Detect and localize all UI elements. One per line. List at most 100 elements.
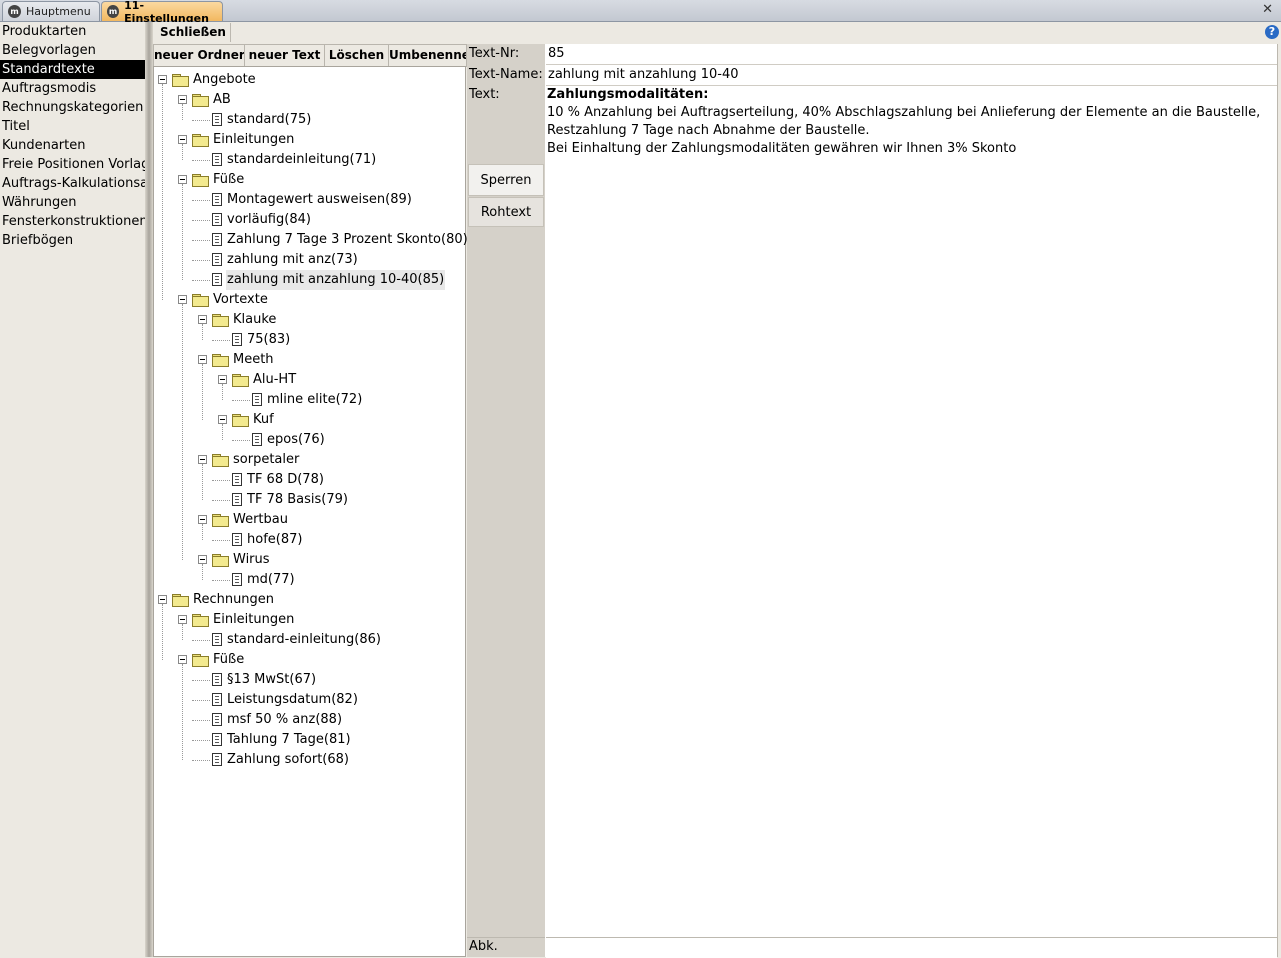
tree-toolbar: neuer Ordner neuer Text Löschen Umbenenn… <box>153 44 467 67</box>
tree-connector <box>212 580 230 581</box>
nav-item-9[interactable]: Währungen <box>0 193 145 212</box>
tree-item-label: Zahlung sofort(68) <box>227 752 349 767</box>
folder-icon <box>192 134 209 147</box>
tree-item-label: Klauke <box>233 312 277 327</box>
document-icon <box>232 473 242 486</box>
document-icon <box>212 193 222 206</box>
collapse-toggle-icon[interactable] <box>218 415 227 424</box>
abk-field[interactable] <box>546 937 1277 958</box>
collapse-toggle-icon[interactable] <box>178 175 187 184</box>
tree-connector <box>202 324 203 340</box>
nav-item-11[interactable]: Briefbögen <box>0 231 145 250</box>
tree-item-label: msf 50 % anz(88) <box>227 712 343 727</box>
nav-item-6[interactable]: Kundenarten <box>0 136 145 155</box>
text-tree: Angebote AB standard(75) Einleitungen standa… <box>153 66 468 957</box>
header-bar: Schließen ? <box>153 22 1281 45</box>
app-logo-icon: m <box>8 5 21 18</box>
tree-item-label: standardeinleitung(71) <box>227 152 377 167</box>
delete-button[interactable]: Löschen <box>325 44 389 67</box>
nav-item-1[interactable]: Belegvorlagen <box>0 41 145 60</box>
folder-icon <box>212 354 229 367</box>
collapse-toggle-icon[interactable] <box>178 95 187 104</box>
document-icon <box>232 533 242 546</box>
text-nr-field[interactable]: 85 <box>546 44 1277 65</box>
nav-item-2[interactable]: Standardtexte <box>0 60 145 79</box>
collapse-toggle-icon[interactable] <box>198 455 207 464</box>
folder-icon <box>212 314 229 327</box>
abk-label: Abk. <box>467 937 545 957</box>
nav-item-0[interactable]: Produktarten <box>0 22 145 41</box>
lock-button[interactable]: Sperren <box>468 164 544 196</box>
folder-icon <box>192 654 209 667</box>
tree-item-label: zahlung mit anzahlung 10-40(85) <box>226 270 446 290</box>
tree-item-label: AB <box>213 92 231 107</box>
rename-button[interactable]: Umbenennen <box>389 44 467 67</box>
tree-connector <box>202 524 203 540</box>
tree-connector <box>182 104 183 120</box>
new-text-button[interactable]: neuer Text <box>245 44 325 67</box>
tree-item-label: Rechnungen <box>193 592 275 607</box>
nav-item-10[interactable]: Fensterkonstruktionen <box>0 212 145 231</box>
help-icon[interactable]: ? <box>1265 25 1279 39</box>
collapse-toggle-icon[interactable] <box>198 555 207 564</box>
tree-item-label: Einleitungen <box>213 132 295 147</box>
document-icon <box>232 493 242 506</box>
tree-item-label: Tahlung 7 Tage(81) <box>227 732 351 747</box>
text-editor[interactable]: Zahlungsmodalitäten: 10 % Anzahlung bei A… <box>546 86 1277 936</box>
new-folder-button[interactable]: neuer Ordner <box>153 44 245 67</box>
close-icon[interactable]: ✕ <box>1262 2 1273 17</box>
collapse-toggle-icon[interactable] <box>178 295 187 304</box>
document-icon <box>212 753 222 766</box>
tree-connector <box>192 680 210 681</box>
tree-item-label: hofe(87) <box>247 532 303 547</box>
tree-connector <box>192 260 210 261</box>
tree-item-label: standard(75) <box>227 112 312 127</box>
tree-connector <box>192 720 210 721</box>
collapse-toggle-icon[interactable] <box>158 75 167 84</box>
folder-icon <box>192 94 209 107</box>
collapse-toggle-icon[interactable] <box>198 515 207 524</box>
document-icon <box>212 273 222 286</box>
tree-connector <box>222 424 223 440</box>
folder-icon <box>212 554 229 567</box>
collapse-toggle-icon[interactable] <box>178 615 187 624</box>
tree-item-label: standard-einleitung(86) <box>227 632 381 647</box>
nav-item-7[interactable]: Freie Positionen Vorlagen <box>0 155 145 174</box>
collapse-toggle-icon[interactable] <box>198 355 207 364</box>
close-button[interactable]: Schließen <box>156 23 231 42</box>
tree-connector <box>222 384 223 400</box>
document-icon <box>212 713 222 726</box>
settings-nav: Produktarten Belegvorlagen Standardtexte Au… <box>0 22 145 957</box>
tab-label: Hauptmenu <box>26 5 91 18</box>
folder-icon <box>212 514 229 527</box>
text-line: Restzahlung 7 Tage nach Abnahme der Baus… <box>547 123 870 138</box>
text-name-field[interactable]: zahlung mit anzahlung 10-40 <box>546 65 1277 86</box>
raw-text-button[interactable]: Rohtext <box>468 197 544 227</box>
tree-connector <box>162 604 163 660</box>
collapse-toggle-icon[interactable] <box>178 655 187 664</box>
tree-item-label: sorpetaler <box>233 452 300 467</box>
tab-einstellungen[interactable]: m 11-Einstellungen <box>101 0 223 25</box>
nav-item-4[interactable]: Rechnungskategorien <box>0 98 145 117</box>
tree-connector <box>192 280 210 281</box>
text-line: 10 % Anzahlung bei Auftragserteilung, 40… <box>547 105 1261 120</box>
collapse-toggle-icon[interactable] <box>198 315 207 324</box>
document-icon <box>212 253 222 266</box>
tree-connector <box>212 540 230 541</box>
collapse-toggle-icon[interactable] <box>218 375 227 384</box>
tab-hauptmenu[interactable]: m Hauptmenu <box>2 1 100 21</box>
tree-connector <box>202 564 203 580</box>
nav-item-8[interactable]: Auftrags-Kalkulationsansichten <box>0 174 145 193</box>
document-icon <box>232 333 242 346</box>
nav-item-3[interactable]: Auftragsmodis <box>0 79 145 98</box>
nav-item-5[interactable]: Titel <box>0 117 145 136</box>
folder-icon <box>192 294 209 307</box>
tree-connector <box>192 640 210 641</box>
pane-splitter[interactable] <box>145 22 153 957</box>
collapse-toggle-icon[interactable] <box>178 135 187 144</box>
document-icon <box>212 233 222 246</box>
tree-item-label: Meeth <box>233 352 274 367</box>
tree-connector <box>162 84 163 300</box>
tree-item-label: vorläufig(84) <box>227 212 311 227</box>
collapse-toggle-icon[interactable] <box>158 595 167 604</box>
